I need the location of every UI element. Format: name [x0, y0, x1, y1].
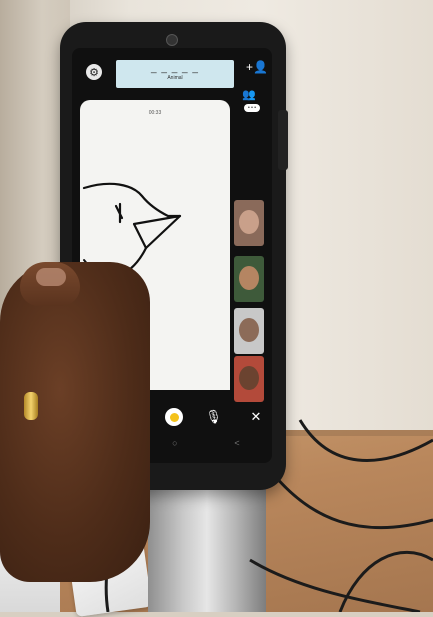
word-dashes: _ _ _ _ _ [151, 63, 199, 74]
participant-tile-2[interactable] [234, 256, 264, 302]
participant-tile-1[interactable] [234, 200, 264, 246]
home-button[interactable]: ○ [172, 438, 177, 448]
color-picker-button[interactable] [165, 408, 183, 426]
gear-icon: ⚙ [89, 66, 99, 79]
participant-face [239, 318, 259, 342]
round-badge: • • • [244, 104, 260, 112]
add-user-icon: +👤 [246, 60, 268, 74]
participant-tile-4[interactable] [234, 356, 264, 402]
hand [0, 262, 150, 582]
word-category: Animal [167, 75, 183, 81]
players-icon[interactable]: 👥 [242, 88, 262, 102]
add-player-button[interactable]: +👤 [246, 60, 268, 74]
participant-face [239, 266, 259, 290]
participant-face [239, 366, 259, 390]
word-prompt-card: _ _ _ _ _ Animal [116, 60, 234, 88]
participant-face [239, 210, 259, 234]
gold-ring [24, 392, 38, 420]
color-swatch [169, 412, 179, 422]
thumbnail [36, 268, 66, 286]
front-camera [166, 34, 178, 46]
settings-button[interactable]: ⚙ [86, 64, 102, 80]
phone-side-button [278, 110, 288, 170]
close-icon[interactable]: ✕ [244, 409, 268, 425]
microphone-icon[interactable]: 🎙 [202, 409, 226, 425]
back-button[interactable]: < [234, 438, 239, 448]
participant-tile-3[interactable] [234, 308, 264, 354]
